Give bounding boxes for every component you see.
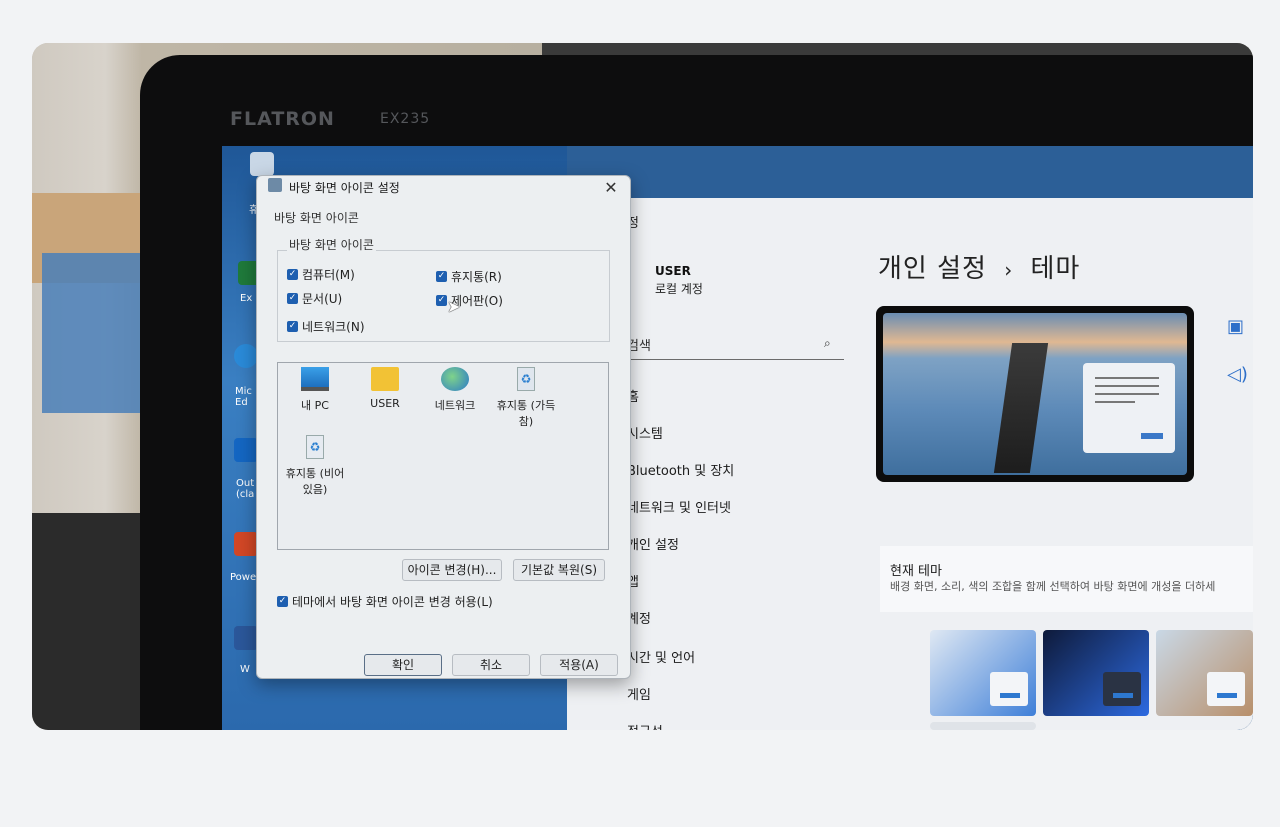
- checkbox-allow-theme[interactable]: ✓ 테마에서 바탕 화면 아이콘 변경 허용(L): [277, 593, 493, 610]
- room-blue-object: [42, 253, 142, 413]
- network-icon: [441, 367, 469, 391]
- breadcrumb-separator: ›: [1004, 258, 1014, 282]
- icon-item-network[interactable]: 네트워크: [423, 367, 487, 413]
- current-theme-title: 현재 테마: [890, 564, 942, 579]
- theme-thumb-light[interactable]: [930, 630, 1036, 716]
- current-theme-description: 배경 화면, 소리, 색의 조합을 함께 선택하여 바탕 화면에 개성을 더하세: [890, 580, 1216, 593]
- icon-item-label: 내 PC: [301, 399, 329, 412]
- folder-icon: [371, 367, 399, 391]
- preview-pier: [993, 343, 1049, 473]
- nav-gaming[interactable]: 게임: [627, 684, 651, 703]
- check-icon: ✓: [287, 321, 298, 332]
- close-icon[interactable]: ✕: [598, 176, 624, 200]
- nav-network[interactable]: 네트워크 및 인터넷: [627, 497, 731, 516]
- search-icon[interactable]: ⌕: [824, 336, 838, 350]
- dialog-title: 바탕 화면 아이콘 설정: [289, 181, 400, 195]
- recycle-bin-full-icon: ♻: [517, 367, 535, 391]
- desktop-recycle-icon[interactable]: [250, 152, 274, 176]
- icon-item-label: 휴지통 (비어 있음): [285, 467, 345, 496]
- desktop-edge-icon[interactable]: [234, 344, 258, 368]
- desktop-outlook-icon[interactable]: [234, 438, 258, 462]
- cancel-button[interactable]: 취소: [452, 654, 530, 676]
- checkbox-documents[interactable]: ✓ 문서(U): [287, 290, 342, 307]
- picture-icon[interactable]: ▣: [1227, 316, 1244, 337]
- monitor-icon: [301, 367, 329, 391]
- checkbox-allow-theme-label: 테마에서 바탕 화면 아이콘 변경 허용(L): [292, 595, 493, 609]
- recycle-bin-empty-icon: ♻: [306, 435, 324, 459]
- desktop-powerpoint-label: Powe: [230, 572, 257, 583]
- icon-item-label: 네트워크: [434, 399, 476, 412]
- settings-search-input[interactable]: 검색 ⌕: [622, 330, 844, 360]
- user-name: USER: [655, 264, 691, 278]
- checkbox-network-label: 네트워크(N): [302, 320, 365, 334]
- desktop-icon-settings-dialog: 바탕 화면 아이콘 설정 ✕ 바탕 화면 아이콘 바탕 화면 아이콘 ✓ 컴퓨터(…: [256, 175, 631, 679]
- apply-button[interactable]: 적용(A): [540, 654, 618, 676]
- checkbox-network[interactable]: ✓ 네트워크(N): [287, 318, 365, 335]
- group-legend: 바탕 화면 아이콘: [287, 236, 376, 253]
- speaker-icon[interactable]: ◁): [1227, 364, 1248, 385]
- page-title-breadcrumb: 개인 설정 › 테마: [878, 248, 1080, 285]
- settings-title-strip: [567, 146, 1253, 198]
- desktop-powerpoint-icon[interactable]: [234, 532, 258, 556]
- desktop-word-label: W: [240, 664, 250, 675]
- theme-preview: [876, 306, 1194, 482]
- checkbox-documents-label: 문서(U): [302, 292, 343, 306]
- nav-system[interactable]: 시스템: [627, 423, 663, 442]
- desktop-excel-label: Ex: [240, 293, 253, 304]
- room-dark-area: [32, 513, 142, 730]
- theme-preview-wallpaper: [883, 313, 1187, 475]
- theme-thumb-flowers[interactable]: [1156, 630, 1253, 716]
- desktop-word-icon[interactable]: [234, 626, 258, 650]
- mouse-cursor-icon: ➤: [447, 297, 461, 316]
- check-icon: ✓: [287, 269, 298, 280]
- breadcrumb-parent[interactable]: 개인 설정: [878, 254, 987, 284]
- theme-thumb-next[interactable]: [930, 722, 1036, 730]
- checkbox-computer[interactable]: ✓ 컴퓨터(M): [287, 266, 355, 283]
- checkbox-recycle-bin[interactable]: ✓ 휴지통(R): [436, 268, 502, 285]
- nav-personalization[interactable]: 개인 설정: [627, 534, 679, 553]
- icon-item-label: 휴지통 (가득 참): [496, 399, 556, 428]
- theme-thumb-dark[interactable]: [1043, 630, 1149, 716]
- icon-item-recycle-full[interactable]: ♻ 휴지통 (가득 참): [491, 367, 561, 429]
- icon-item-recycle-empty[interactable]: ♻ 휴지통 (비어 있음): [283, 435, 347, 497]
- photo-frame: FLATRON EX235 휴 Ex Mic Ed Out (cla Powe …: [32, 43, 1253, 730]
- check-icon: ✓: [436, 271, 447, 282]
- monitor-model: EX235: [380, 111, 431, 127]
- monitor-brand: FLATRON: [230, 108, 335, 130]
- icon-item-user[interactable]: USER: [353, 367, 417, 410]
- icon-item-label: USER: [370, 397, 400, 410]
- nav-accessibility[interactable]: 접근성: [627, 721, 663, 730]
- dialog-app-icon: [268, 178, 282, 192]
- checkbox-recycle-bin-label: 휴지통(R): [451, 270, 502, 284]
- check-icon: ✓: [287, 293, 298, 304]
- user-account-type: 로컬 계정: [655, 282, 703, 296]
- check-icon: ✓: [277, 596, 288, 607]
- nav-bluetooth[interactable]: Bluetooth 및 장치: [627, 460, 734, 479]
- nav-time-language[interactable]: 시간 및 언어: [627, 647, 695, 666]
- icon-item-this-pc[interactable]: 내 PC: [283, 367, 347, 413]
- change-icon-button[interactable]: 아이콘 변경(H)...: [402, 559, 502, 581]
- breadcrumb-current: 테마: [1030, 254, 1081, 284]
- check-icon: ✓: [436, 295, 447, 306]
- tab-desktop-icons[interactable]: 바탕 화면 아이콘: [274, 209, 359, 226]
- checkbox-computer-label: 컴퓨터(M): [302, 268, 355, 282]
- ok-button[interactable]: 확인: [364, 654, 442, 676]
- preview-window-card: [1083, 363, 1175, 453]
- restore-default-button[interactable]: 기본값 복원(S): [513, 559, 605, 581]
- icon-list[interactable]: 내 PC USER 네트워크 ♻ 휴지통 (가득 참) ♻ 휴지통 (비어 있음…: [277, 362, 609, 550]
